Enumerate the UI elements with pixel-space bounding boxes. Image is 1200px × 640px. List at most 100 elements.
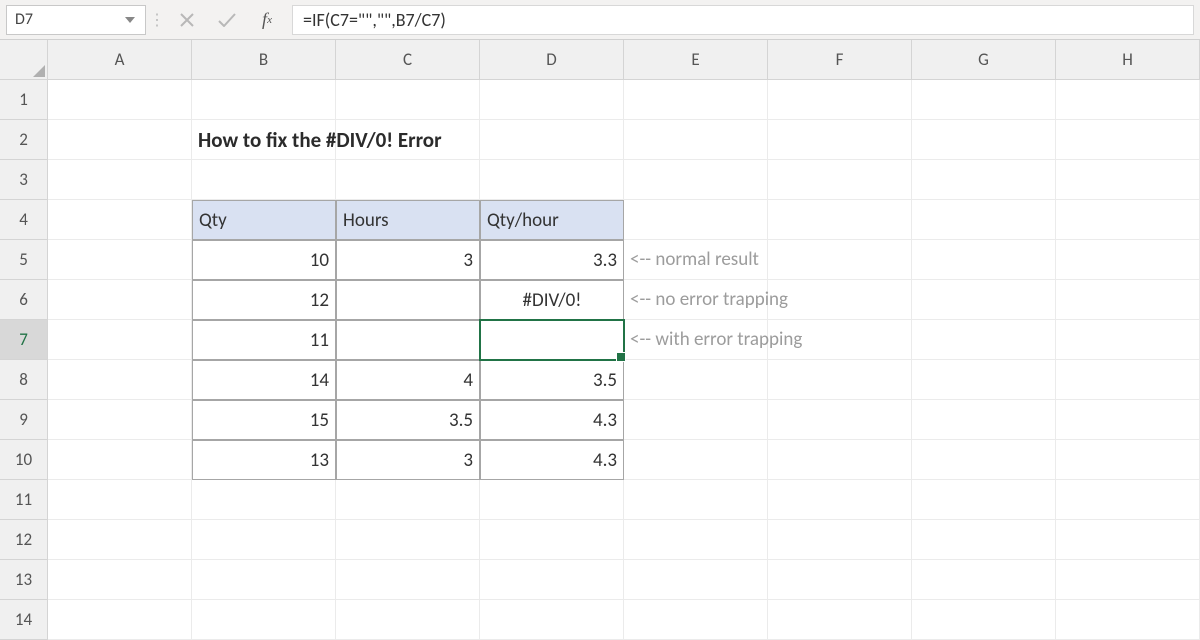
cell-F13[interactable]	[768, 560, 912, 600]
cell-B1[interactable]	[192, 80, 336, 120]
cell-H4[interactable]	[1056, 200, 1200, 240]
cell-D1[interactable]	[480, 80, 624, 120]
cell-H8[interactable]	[1056, 360, 1200, 400]
row-header-12[interactable]: 12	[0, 520, 48, 560]
page-title[interactable]: How to fix the #DIV/0! Error	[192, 120, 336, 160]
cell-F4[interactable]	[768, 200, 912, 240]
cell-G2[interactable]	[912, 120, 1056, 160]
cell-B7[interactable]: 11	[192, 320, 336, 360]
cell-H5[interactable]	[1056, 240, 1200, 280]
cell-E4[interactable]	[624, 200, 768, 240]
cell-A6[interactable]	[48, 280, 192, 320]
cell-D14[interactable]	[480, 600, 624, 640]
cell-D9[interactable]: 4.3	[480, 400, 624, 440]
cell-E10[interactable]	[624, 440, 768, 480]
row-header-2[interactable]: 2	[0, 120, 48, 160]
col-header-C[interactable]: C	[336, 40, 480, 80]
cell-G13[interactable]	[912, 560, 1056, 600]
cell-C8[interactable]: 4	[336, 360, 480, 400]
cell-F11[interactable]	[768, 480, 912, 520]
row-header-14[interactable]: 14	[0, 600, 48, 640]
cell-D6[interactable]: #DIV/0!	[480, 280, 624, 320]
col-header-H[interactable]: H	[1056, 40, 1200, 80]
cell-C3[interactable]	[336, 160, 480, 200]
cell-H9[interactable]	[1056, 400, 1200, 440]
cell-A12[interactable]	[48, 520, 192, 560]
cell-G8[interactable]	[912, 360, 1056, 400]
cell-A2[interactable]	[48, 120, 192, 160]
cell-D7[interactable]	[480, 320, 624, 360]
col-header-D[interactable]: D	[480, 40, 624, 80]
cell-H12[interactable]	[1056, 520, 1200, 560]
cell-E8[interactable]	[624, 360, 768, 400]
cell-A8[interactable]	[48, 360, 192, 400]
cell-F3[interactable]	[768, 160, 912, 200]
row-header-11[interactable]: 11	[0, 480, 48, 520]
cell-B12[interactable]	[192, 520, 336, 560]
cell-F12[interactable]	[768, 520, 912, 560]
cell-F10[interactable]	[768, 440, 912, 480]
cell-A7[interactable]	[48, 320, 192, 360]
row-header-13[interactable]: 13	[0, 560, 48, 600]
cell-B8[interactable]: 14	[192, 360, 336, 400]
cell-C5[interactable]: 3	[336, 240, 480, 280]
cell-G1[interactable]	[912, 80, 1056, 120]
cell-B11[interactable]	[192, 480, 336, 520]
cell-H2[interactable]	[1056, 120, 1200, 160]
annotation-2[interactable]: <-- no error trapping	[624, 280, 768, 320]
row-header-8[interactable]: 8	[0, 360, 48, 400]
row-header-5[interactable]: 5	[0, 240, 48, 280]
cell-A5[interactable]	[48, 240, 192, 280]
row-header-6[interactable]: 6	[0, 280, 48, 320]
row-header-7[interactable]: 7	[0, 320, 48, 360]
formula-input[interactable]: =IF(C7="","",B7/C7)	[292, 5, 1194, 35]
cell-B9[interactable]: 15	[192, 400, 336, 440]
cell-G9[interactable]	[912, 400, 1056, 440]
cell-G4[interactable]	[912, 200, 1056, 240]
col-header-A[interactable]: A	[48, 40, 192, 80]
cell-F9[interactable]	[768, 400, 912, 440]
cell-A13[interactable]	[48, 560, 192, 600]
cell-B3[interactable]	[192, 160, 336, 200]
cell-F5[interactable]	[768, 240, 912, 280]
cell-E1[interactable]	[624, 80, 768, 120]
cell-G3[interactable]	[912, 160, 1056, 200]
col-header-F[interactable]: F	[768, 40, 912, 80]
cell-E13[interactable]	[624, 560, 768, 600]
cell-H10[interactable]	[1056, 440, 1200, 480]
cell-G14[interactable]	[912, 600, 1056, 640]
cell-B14[interactable]	[192, 600, 336, 640]
cell-C1[interactable]	[336, 80, 480, 120]
cell-C14[interactable]	[336, 600, 480, 640]
cell-D13[interactable]	[480, 560, 624, 600]
enter-icon[interactable]	[216, 9, 238, 31]
cell-A14[interactable]	[48, 600, 192, 640]
cell-B13[interactable]	[192, 560, 336, 600]
cell-E2[interactable]	[624, 120, 768, 160]
cell-D3[interactable]	[480, 160, 624, 200]
cell-A1[interactable]	[48, 80, 192, 120]
cell-G6[interactable]	[912, 280, 1056, 320]
cell-G12[interactable]	[912, 520, 1056, 560]
cell-E11[interactable]	[624, 480, 768, 520]
cell-D5[interactable]: 3.3	[480, 240, 624, 280]
name-box[interactable]: D7	[6, 5, 146, 35]
cell-H13[interactable]	[1056, 560, 1200, 600]
cell-G10[interactable]	[912, 440, 1056, 480]
cell-A11[interactable]	[48, 480, 192, 520]
cell-C6[interactable]	[336, 280, 480, 320]
cell-A10[interactable]	[48, 440, 192, 480]
cell-F1[interactable]	[768, 80, 912, 120]
cell-H6[interactable]	[1056, 280, 1200, 320]
cell-H7[interactable]	[1056, 320, 1200, 360]
row-header-9[interactable]: 9	[0, 400, 48, 440]
cell-B6[interactable]: 12	[192, 280, 336, 320]
row-header-10[interactable]: 10	[0, 440, 48, 480]
cell-E14[interactable]	[624, 600, 768, 640]
cell-C13[interactable]	[336, 560, 480, 600]
annotation-1[interactable]: <-- normal result	[624, 240, 768, 280]
table-header-hours[interactable]: Hours	[336, 200, 480, 240]
spreadsheet-grid[interactable]: A B C D E F G H 1 2 How to fix the #DIV/…	[0, 40, 1200, 640]
row-header-1[interactable]: 1	[0, 80, 48, 120]
cell-F14[interactable]	[768, 600, 912, 640]
